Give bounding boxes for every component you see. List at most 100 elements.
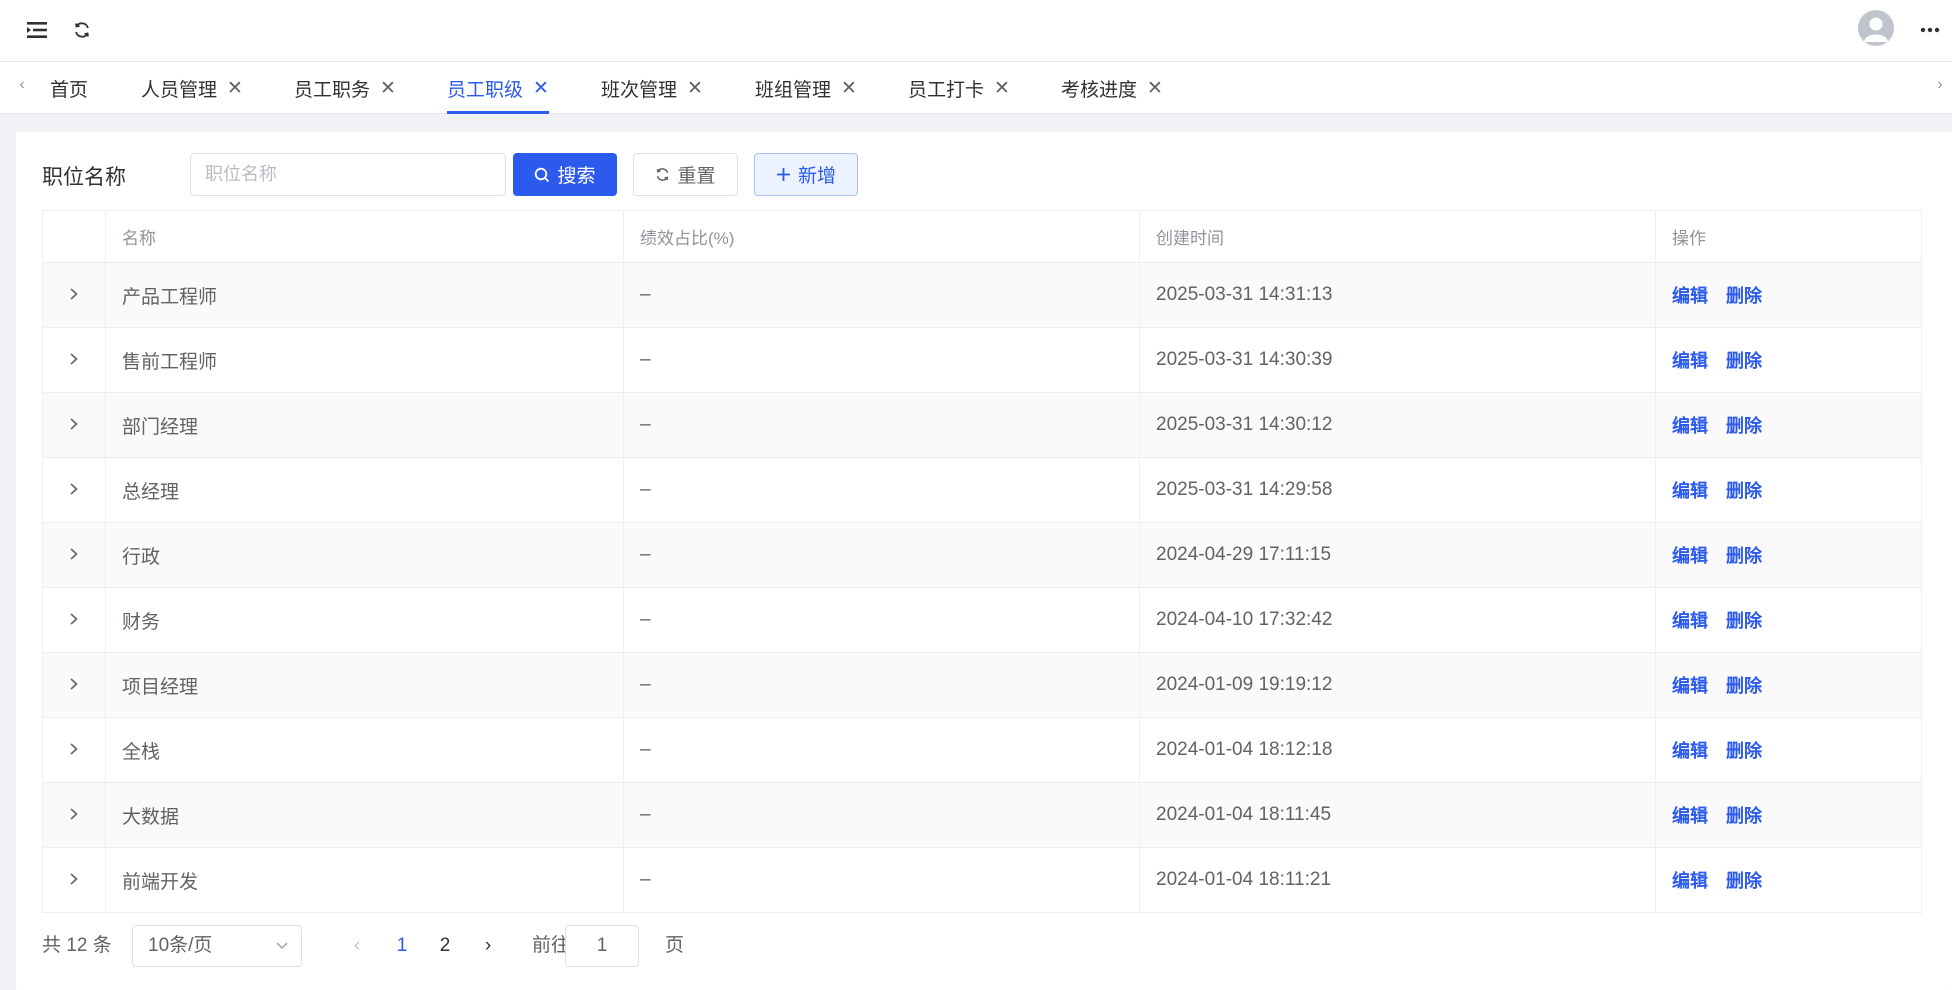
- tab-team-management[interactable]: 班组管理 ✕: [755, 62, 857, 114]
- delete-link[interactable]: 删除: [1726, 477, 1762, 503]
- chevron-right-icon[interactable]: [68, 610, 80, 631]
- hamburger-menu-icon[interactable]: [23, 15, 53, 45]
- cell-actions: 编辑 删除: [1656, 328, 1921, 392]
- delete-link[interactable]: 删除: [1726, 282, 1762, 308]
- tab-shift-management[interactable]: 班次管理 ✕: [601, 62, 703, 114]
- tab-scroll-left-icon[interactable]: ‹: [12, 76, 32, 98]
- table-header-expand: [43, 211, 106, 262]
- position-name-input[interactable]: [190, 153, 506, 196]
- more-dots-icon[interactable]: [1915, 15, 1945, 45]
- tab-assessment-progress[interactable]: 考核进度 ✕: [1061, 62, 1163, 114]
- chevron-right-icon[interactable]: [68, 415, 80, 436]
- tab-close-icon[interactable]: ✕: [533, 79, 549, 98]
- chevron-right-icon[interactable]: [68, 480, 80, 501]
- edit-link[interactable]: 编辑: [1672, 607, 1708, 633]
- cell-name: 大数据: [106, 783, 624, 847]
- chevron-right-icon[interactable]: [68, 675, 80, 696]
- tab-scroll-right-icon[interactable]: ›: [1930, 76, 1950, 98]
- refresh-icon: [655, 167, 670, 182]
- delete-link[interactable]: 删除: [1726, 542, 1762, 568]
- goto-page-input[interactable]: [565, 925, 639, 967]
- delete-link[interactable]: 删除: [1726, 737, 1762, 763]
- expand-cell: [43, 263, 106, 327]
- tab-close-icon[interactable]: ✕: [227, 79, 243, 98]
- reset-button[interactable]: 重置: [633, 153, 738, 196]
- search-button[interactable]: 搜索: [513, 153, 617, 196]
- page-size-value: 10条/页: [148, 935, 213, 956]
- tab-label: 班次管理: [601, 79, 678, 101]
- chevron-right-icon[interactable]: [68, 870, 80, 891]
- table-row: 售前工程师 –2025-03-31 14:30:39 编辑 删除: [43, 328, 1921, 393]
- tab-home[interactable]: 首页: [50, 62, 88, 114]
- cell-ratio: –: [624, 653, 1140, 717]
- edit-link[interactable]: 编辑: [1672, 737, 1708, 763]
- cell-created: 2025-03-31 14:31:13: [1140, 263, 1656, 327]
- tab-employee-position[interactable]: 员工职务 ✕: [294, 62, 396, 114]
- tab-employee-clock-in[interactable]: 员工打卡 ✕: [908, 62, 1010, 114]
- page-2-button[interactable]: 2: [432, 925, 458, 967]
- delete-link[interactable]: 删除: [1726, 607, 1762, 633]
- delete-link[interactable]: 删除: [1726, 802, 1762, 828]
- expand-cell: [43, 653, 106, 717]
- table-body: 产品工程师 –2025-03-31 14:31:13 编辑 删除 售前工程师 –2025-…: [43, 263, 1921, 913]
- cell-name: 项目经理: [106, 653, 624, 717]
- next-page-button[interactable]: ›: [475, 925, 501, 967]
- delete-link[interactable]: 删除: [1726, 672, 1762, 698]
- chevron-right-icon[interactable]: [68, 740, 80, 761]
- filter-label: 职位名称: [42, 166, 126, 189]
- edit-link[interactable]: 编辑: [1672, 672, 1708, 698]
- tab-label: 考核进度: [1061, 79, 1138, 101]
- chevron-right-icon[interactable]: [68, 350, 80, 371]
- chevron-right-icon[interactable]: [68, 545, 80, 566]
- chevron-right-icon[interactable]: [68, 285, 80, 306]
- edit-link[interactable]: 编辑: [1672, 347, 1708, 373]
- table-row: 部门经理 –2025-03-31 14:30:12 编辑 删除: [43, 393, 1921, 458]
- tab-personnel-management[interactable]: 人员管理 ✕: [141, 62, 243, 114]
- tab-close-icon[interactable]: ✕: [380, 79, 396, 98]
- cell-ratio: –: [624, 328, 1140, 392]
- expand-cell: [43, 328, 106, 392]
- cell-ratio: –: [624, 848, 1140, 912]
- table-row: 产品工程师 –2025-03-31 14:31:13 编辑 删除: [43, 263, 1921, 328]
- edit-link[interactable]: 编辑: [1672, 867, 1708, 893]
- page-1-button[interactable]: 1: [389, 925, 415, 967]
- edit-link[interactable]: 编辑: [1672, 412, 1708, 438]
- cell-ratio: –: [624, 263, 1140, 327]
- add-button-label: 新增: [797, 166, 836, 187]
- tab-close-icon[interactable]: ✕: [1147, 79, 1163, 98]
- prev-page-button[interactable]: ‹: [344, 925, 370, 967]
- delete-link[interactable]: 删除: [1726, 412, 1762, 438]
- table-row: 大数据 –2024-01-04 18:11:45 编辑 删除: [43, 783, 1921, 848]
- table-header-ratio: 绩效占比(%): [624, 211, 1140, 262]
- tab-close-icon[interactable]: ✕: [687, 79, 703, 98]
- cell-ratio: –: [624, 783, 1140, 847]
- delete-link[interactable]: 删除: [1726, 867, 1762, 893]
- add-button[interactable]: 新增: [754, 153, 858, 196]
- tab-label: 人员管理: [141, 79, 218, 101]
- edit-link[interactable]: 编辑: [1672, 802, 1708, 828]
- cell-created: 2024-04-10 17:32:42: [1140, 588, 1656, 652]
- pagination: 共 12 条 10条/页 ‹ 1 2 › 前往 页: [42, 925, 842, 967]
- chevron-right-icon[interactable]: [68, 805, 80, 826]
- cell-actions: 编辑 删除: [1656, 458, 1921, 522]
- cell-created: 2024-04-29 17:11:15: [1140, 523, 1656, 587]
- edit-link[interactable]: 编辑: [1672, 542, 1708, 568]
- tab-close-icon[interactable]: ✕: [994, 79, 1010, 98]
- table-row: 总经理 –2025-03-31 14:29:58 编辑 删除: [43, 458, 1921, 523]
- tab-label: 首页: [50, 79, 89, 101]
- expand-cell: [43, 393, 106, 457]
- cell-created: 2025-03-31 14:29:58: [1140, 458, 1656, 522]
- table-row: 行政 –2024-04-29 17:11:15 编辑 删除: [43, 523, 1921, 588]
- table-row: 财务 –2024-04-10 17:32:42 编辑 删除: [43, 588, 1921, 653]
- cell-created: 2024-01-04 18:11:45: [1140, 783, 1656, 847]
- edit-link[interactable]: 编辑: [1672, 282, 1708, 308]
- tab-employee-rank[interactable]: 员工职级 ✕: [447, 62, 549, 114]
- tab-close-icon[interactable]: ✕: [841, 79, 857, 98]
- refresh-icon[interactable]: [67, 15, 97, 45]
- page-size-select[interactable]: 10条/页: [132, 925, 302, 967]
- tab-label: 员工职务: [294, 79, 371, 101]
- avatar[interactable]: [1858, 10, 1894, 46]
- edit-link[interactable]: 编辑: [1672, 477, 1708, 503]
- delete-link[interactable]: 删除: [1726, 347, 1762, 373]
- tab-bar: ‹ 首页 人员管理 ✕ 员工职务 ✕ 员工职级 ✕ 班次管理 ✕ 班组管理 ✕ …: [0, 62, 1952, 114]
